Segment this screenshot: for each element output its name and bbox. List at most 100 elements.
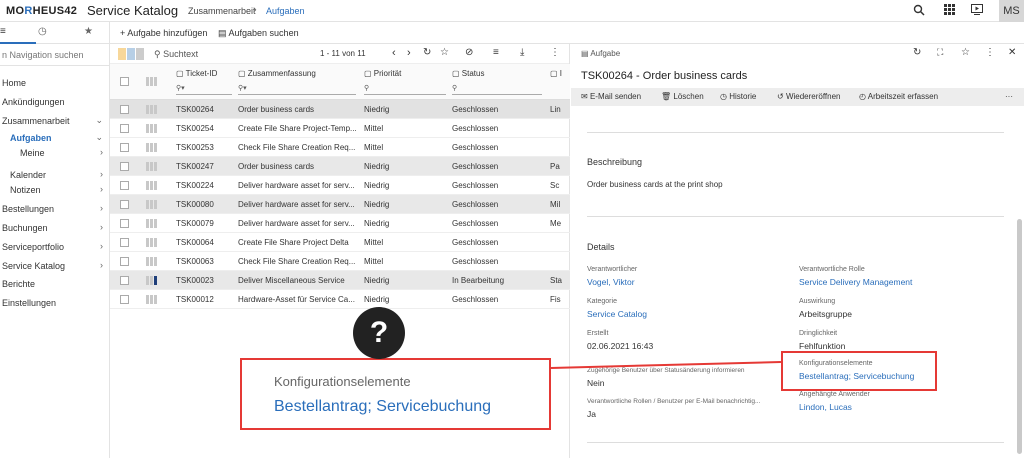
- next-page-icon[interactable]: ›: [407, 47, 411, 59]
- sidebar-item-service-katalog[interactable]: Service Katalog: [2, 261, 65, 271]
- row-checkbox[interactable]: [120, 124, 129, 133]
- table-row[interactable]: TSK00023 Deliver Miscellaneous Service Nie…: [110, 271, 570, 290]
- sidebar-item-zusammenarbeit[interactable]: Zusammenarbeit: [2, 116, 70, 126]
- ticket-id-filter-input[interactable]: ⚲▾: [176, 84, 232, 95]
- history-icon[interactable]: ◷: [38, 26, 47, 37]
- filter-icon[interactable]: ≡: [493, 47, 499, 58]
- column-header-ticket-id[interactable]: ▢ Ticket-ID: [176, 69, 217, 78]
- sidebar-item-serviceportfolio[interactable]: Serviceportfolio: [2, 242, 64, 252]
- row-checkbox[interactable]: [120, 276, 129, 285]
- chevron-down-icon[interactable]: ⌄: [95, 132, 103, 143]
- refresh-icon[interactable]: ↻: [423, 47, 431, 58]
- list-search-input[interactable]: ⚲ Suchtext: [154, 49, 198, 60]
- close-icon[interactable]: ✕: [1008, 47, 1016, 58]
- sidebar-item-notizen[interactable]: Notizen: [10, 185, 41, 195]
- chevron-right-icon[interactable]: ›: [100, 203, 103, 213]
- search-icon[interactable]: [912, 4, 926, 18]
- chevron-right-icon[interactable]: ›: [100, 169, 103, 179]
- sidebar-search-input[interactable]: n Navigation suchen: [0, 44, 109, 66]
- add-task-button[interactable]: + Aufgabe hinzufügen: [120, 28, 207, 38]
- sidebar-item-kalender[interactable]: Kalender: [10, 170, 46, 180]
- urgency-value: Fehlfunktion: [799, 341, 846, 351]
- more-horizontal-icon[interactable]: ···: [1005, 92, 1013, 101]
- row-checkbox[interactable]: [120, 219, 129, 228]
- grid-icon[interactable]: [942, 4, 956, 18]
- star-outline-icon[interactable]: ☆: [961, 47, 970, 58]
- sidebar-item-einstellungen[interactable]: Einstellungen: [2, 298, 56, 308]
- scrollbar[interactable]: [1017, 219, 1022, 454]
- row-checkbox[interactable]: [120, 181, 129, 190]
- send-email-button[interactable]: ✉ E-Mail senden: [581, 92, 641, 101]
- sidebar-item-meine[interactable]: Meine: [20, 148, 45, 158]
- column-header-status[interactable]: ▢ Status: [452, 69, 484, 78]
- table-row[interactable]: TSK00079 Deliver hardware asset for serv.…: [110, 214, 570, 233]
- chevron-right-icon[interactable]: ›: [100, 147, 103, 157]
- star-outline-icon[interactable]: ☆: [440, 47, 449, 58]
- prev-page-icon[interactable]: ‹: [392, 47, 396, 59]
- chevron-right-icon[interactable]: ›: [100, 184, 103, 194]
- table-row[interactable]: TSK00080 Deliver hardware asset for serv.…: [110, 195, 570, 214]
- reopen-button[interactable]: ↺ Wiedereröffnen: [777, 92, 841, 101]
- more-vertical-icon[interactable]: ⋮: [550, 47, 560, 58]
- sidebar-item-home[interactable]: Home: [2, 78, 26, 88]
- table-row[interactable]: TSK00253 Check File Share Creation Req...…: [110, 138, 570, 157]
- responsible-value[interactable]: Vogel, Viktor: [587, 277, 635, 287]
- sidebar-tab-navigation[interactable]: ≡: [0, 26, 6, 37]
- sidebar-item-ankuendigungen[interactable]: Ankündigungen: [2, 97, 65, 107]
- column-header-priority[interactable]: ▢ Priorität: [364, 69, 401, 78]
- download-icon[interactable]: ⤓: [520, 47, 524, 58]
- row-checkbox[interactable]: [120, 162, 129, 171]
- table-row[interactable]: TSK00254 Create File Share Project-Temp..…: [110, 119, 570, 138]
- chevron-right-icon[interactable]: ›: [100, 241, 103, 251]
- link-icon[interactable]: ⊘: [465, 47, 473, 58]
- category-value[interactable]: Service Catalog: [587, 309, 647, 319]
- sidebar-item-aufgaben[interactable]: Aufgaben: [10, 133, 52, 143]
- delete-button[interactable]: 🗑 Löschen: [661, 92, 704, 101]
- sidebar-tabs: ≡ ◷ ★: [0, 22, 109, 44]
- appended-users-value[interactable]: Lindon, Lucas: [799, 402, 852, 412]
- log-time-button[interactable]: ◴ Arbeitszeit erfassen: [859, 92, 938, 101]
- row-checkbox[interactable]: [120, 200, 129, 209]
- cell-summary: Check File Share Creation Req...: [238, 257, 356, 266]
- row-checkbox[interactable]: [120, 295, 129, 304]
- more-vertical-icon[interactable]: ⋮: [985, 47, 995, 58]
- chevron-down-icon[interactable]: ⌄: [95, 115, 103, 126]
- row-checkbox[interactable]: [120, 105, 129, 114]
- search-tasks-button[interactable]: ▤ Aufgaben suchen: [218, 28, 299, 39]
- status-filter-input[interactable]: ⚲: [452, 84, 542, 95]
- sidebar-item-buchungen[interactable]: Buchungen: [2, 223, 48, 233]
- row-checkbox[interactable]: [120, 257, 129, 266]
- divider: [587, 132, 1004, 133]
- table-row[interactable]: TSK00224 Deliver hardware asset for serv.…: [110, 176, 570, 195]
- row-checkbox[interactable]: [120, 238, 129, 247]
- breadcrumb-item-aufgaben[interactable]: Aufgaben: [266, 6, 305, 16]
- cell-extra: Sta: [550, 276, 563, 285]
- column-header-extra[interactable]: ▢ I: [550, 69, 562, 78]
- avatar[interactable]: MS: [999, 0, 1024, 22]
- select-all-checkbox[interactable]: [120, 77, 129, 86]
- table-row[interactable]: TSK00012 Hardware-Asset für Service Ca...…: [110, 290, 570, 309]
- table-row[interactable]: TSK00063 Check File Share Creation Req...…: [110, 252, 570, 271]
- play-icon[interactable]: [970, 4, 984, 18]
- logo[interactable]: MORHEUS42: [6, 5, 77, 17]
- history-button[interactable]: ◷ Historie: [720, 92, 756, 101]
- sidebar-item-berichte[interactable]: Berichte: [2, 279, 35, 289]
- summary-filter-input[interactable]: ⚲▾: [238, 84, 356, 95]
- sidebar-item-bestellungen[interactable]: Bestellungen: [2, 204, 54, 214]
- chevron-right-icon[interactable]: ›: [100, 260, 103, 270]
- refresh-icon[interactable]: ↻: [913, 47, 921, 58]
- view-switcher-icon[interactable]: [118, 48, 146, 60]
- bars-icon: [146, 162, 160, 171]
- chevron-right-icon[interactable]: ›: [100, 222, 103, 232]
- role-value[interactable]: Service Delivery Management: [799, 277, 912, 287]
- star-icon[interactable]: ★: [84, 26, 93, 37]
- breadcrumb-item-zusammenarbeit[interactable]: Zusammenarbeit: [188, 6, 256, 16]
- table-row[interactable]: TSK00247 Order business cards Niedrig Gesch…: [110, 157, 570, 176]
- column-header-summary[interactable]: ▢ Zusammenfassung: [238, 69, 316, 78]
- priority-filter-input[interactable]: ⚲: [364, 84, 446, 95]
- fullscreen-icon[interactable]: ⛶: [937, 47, 943, 58]
- notify-value: Nein: [587, 378, 605, 388]
- table-row[interactable]: TSK00064 Create File Share Project Delta M…: [110, 233, 570, 252]
- table-row[interactable]: TSK00264 Order business cards Niedrig Gesch…: [110, 100, 570, 119]
- row-checkbox[interactable]: [120, 143, 129, 152]
